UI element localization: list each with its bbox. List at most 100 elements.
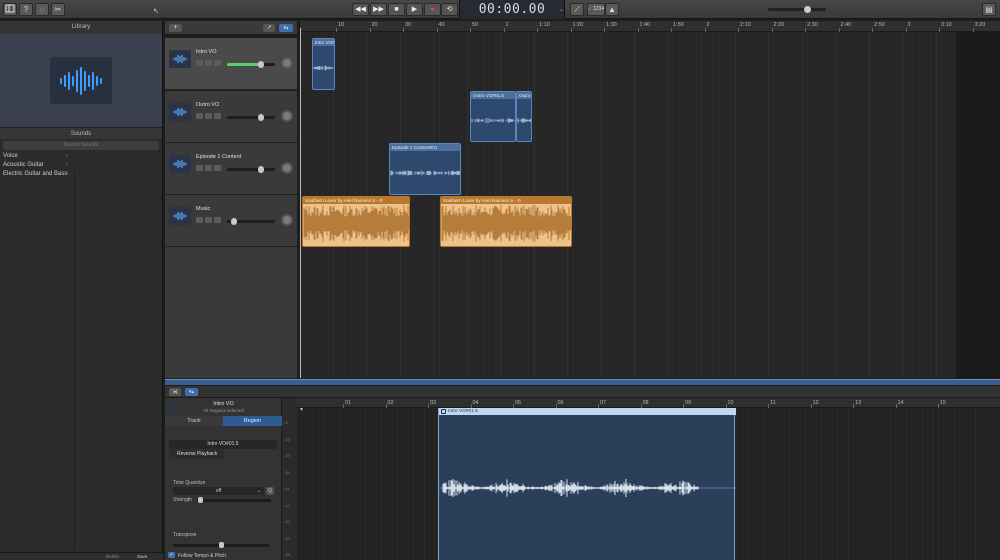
region-outro-vo-2[interactable]: Outro bbox=[516, 91, 532, 142]
master-volume-knob[interactable] bbox=[804, 6, 811, 13]
waveform-icon bbox=[169, 155, 191, 173]
track-buttons bbox=[196, 165, 221, 171]
pan-knob[interactable] bbox=[281, 214, 293, 226]
waveform-icon bbox=[169, 207, 191, 225]
add-track-button[interactable]: + bbox=[169, 24, 182, 32]
record-enable-button[interactable] bbox=[214, 113, 221, 119]
solo-button[interactable] bbox=[205, 113, 212, 119]
volume-knob[interactable] bbox=[257, 166, 264, 173]
track-header-outro-vo[interactable]: Outro VO bbox=[165, 91, 297, 143]
checkmark-icon: ✓ bbox=[169, 552, 174, 558]
delete-button[interactable]: Delete bbox=[106, 554, 119, 559]
editor-flex-button[interactable]: ▾▴ bbox=[185, 388, 198, 396]
volume-knob[interactable] bbox=[231, 218, 238, 225]
metronome-button[interactable]: ▲ bbox=[605, 3, 619, 16]
mute-button[interactable] bbox=[196, 165, 203, 171]
ruler-tick-label: 30 bbox=[405, 22, 412, 28]
reverse-playback-button[interactable]: Reverse Playback bbox=[169, 450, 224, 459]
library-category[interactable]: Electric Guitar and Bass › bbox=[0, 170, 162, 179]
record-enable-button[interactable] bbox=[214, 217, 221, 223]
save-button[interactable]: Save bbox=[137, 554, 147, 559]
record-enable-button[interactable] bbox=[214, 60, 221, 66]
db-scale-label: -61 bbox=[284, 486, 290, 491]
notepad-button[interactable]: ▤ bbox=[982, 3, 996, 16]
lcd-display[interactable]: 00:00.00 bbox=[459, 0, 565, 19]
tab-track[interactable]: Track bbox=[165, 416, 223, 426]
transpose-knob[interactable] bbox=[219, 542, 224, 548]
follow-tempo-checkbox[interactable]: ✓ bbox=[168, 552, 175, 558]
tuning-fork-icon: ⟋ bbox=[574, 5, 580, 14]
track-name: Music bbox=[196, 206, 211, 212]
quick-help-button[interactable]: ? bbox=[19, 3, 33, 16]
region-label: Southern Lover by Ariel Ramirez 5 - ⟲ bbox=[441, 197, 571, 204]
solo-button[interactable] bbox=[205, 165, 212, 171]
master-volume-slider[interactable] bbox=[768, 6, 826, 13]
timeline-ruler[interactable]: 10 20 30 40 50 1 1:10 1:20 1:30 1:40 1:50 2 2:10 2:20… bbox=[300, 21, 1000, 32]
library-button[interactable] bbox=[3, 3, 17, 16]
mute-button[interactable] bbox=[196, 217, 203, 223]
track-volume-slider[interactable] bbox=[227, 218, 275, 225]
audio-editor-area[interactable]: Intro VO#01.5 ▾ bbox=[297, 408, 1000, 560]
fast-forward-button[interactable]: ▶▶ bbox=[370, 3, 387, 16]
tuner-button[interactable]: ⟋ bbox=[570, 3, 584, 16]
library-category[interactable]: Acoustic Guitar › bbox=[0, 161, 162, 170]
flex-button[interactable]: ▾▴ bbox=[279, 24, 293, 32]
play-button[interactable]: ▶ bbox=[406, 3, 423, 16]
region-outro-vo[interactable]: Outro VO#01.5 bbox=[470, 91, 516, 142]
region-name-field[interactable]: Intro VO#01.5 bbox=[169, 440, 277, 449]
region-label: Outro VO#01.5 bbox=[471, 92, 515, 99]
quantize-q-button[interactable]: Q bbox=[266, 487, 274, 495]
pan-knob[interactable] bbox=[281, 162, 293, 174]
track-volume-slider[interactable] bbox=[227, 61, 275, 68]
time-quantize-select[interactable]: off ⌄ bbox=[173, 487, 264, 495]
rewind-icon: ◀◀ bbox=[355, 6, 366, 13]
strength-slider[interactable] bbox=[197, 497, 271, 503]
catch-button[interactable]: |◂| bbox=[169, 388, 181, 396]
track-header-episode-1-content[interactable]: Episode 1 Content bbox=[165, 143, 297, 195]
mute-button[interactable] bbox=[196, 113, 203, 119]
strength-knob[interactable] bbox=[198, 497, 203, 503]
library-column-divider bbox=[74, 171, 75, 551]
transpose-slider[interactable] bbox=[173, 542, 269, 548]
record-button[interactable]: ● bbox=[424, 3, 441, 16]
ruler-tick-label: 1:20 bbox=[572, 22, 584, 28]
editor-divider[interactable] bbox=[165, 379, 1000, 385]
track-volume-slider[interactable] bbox=[227, 166, 275, 173]
lcd-menu-chevron-icon[interactable]: ⌄ bbox=[559, 6, 564, 13]
record-enable-button[interactable] bbox=[214, 165, 221, 171]
solo-button[interactable] bbox=[205, 217, 212, 223]
library-title: Library bbox=[0, 21, 162, 34]
solo-button[interactable] bbox=[205, 60, 212, 66]
tracks-area[interactable]: Intro VO# Outro VO#01.5 Outro Episode 1 … bbox=[300, 32, 956, 378]
editor-ruler[interactable]: 01 02 03 04 05 06 07 08 09 10 11 12 13 14 15 bbox=[297, 398, 1000, 408]
automation-button[interactable]: ↗ bbox=[263, 24, 275, 32]
region-intro-vo[interactable]: Intro VO# bbox=[312, 38, 335, 90]
follow-tempo-label: Follow Tempo & Pitch bbox=[178, 553, 226, 559]
volume-knob[interactable] bbox=[257, 61, 264, 68]
editors-button[interactable]: ✂ bbox=[51, 3, 65, 16]
smart-controls-button[interactable]: ◌ bbox=[35, 3, 49, 16]
track-header-music[interactable]: Music bbox=[165, 195, 297, 247]
stop-button[interactable]: ■ bbox=[388, 3, 405, 16]
track-name: Episode 1 Content bbox=[196, 154, 242, 160]
region-music-1[interactable]: Southern Lover by Ariel Ramirez 5 - ⟲ bbox=[302, 196, 410, 247]
automation-icon: ↗ bbox=[266, 25, 272, 31]
mute-button[interactable] bbox=[196, 60, 203, 66]
editor-region[interactable]: Intro VO#01.5 bbox=[438, 408, 736, 560]
region-episode-1-content[interactable]: Episode 1 Content#01 bbox=[389, 143, 461, 195]
editor-ruler-tick-label: 08 bbox=[642, 400, 649, 406]
track-volume-slider[interactable] bbox=[227, 114, 275, 121]
sounds-search-input[interactable]: Search Sounds bbox=[3, 141, 159, 150]
pan-knob[interactable] bbox=[281, 57, 293, 69]
playhead[interactable] bbox=[300, 28, 301, 378]
ruler-tick-label: 50 bbox=[472, 22, 479, 28]
pan-knob[interactable] bbox=[281, 110, 293, 122]
rewind-button[interactable]: ◀◀ bbox=[352, 3, 369, 16]
library-category[interactable]: Voice › bbox=[0, 152, 162, 161]
count-in-button[interactable]: ♩1234 bbox=[587, 3, 605, 16]
tab-region[interactable]: Region bbox=[223, 416, 282, 426]
region-music-2[interactable]: Southern Lover by Ariel Ramirez 5 - ⟲ bbox=[440, 196, 572, 247]
track-header-intro-vo[interactable]: Intro VO bbox=[165, 38, 297, 90]
cycle-button[interactable]: ⟲ bbox=[441, 3, 458, 16]
volume-knob[interactable] bbox=[257, 114, 264, 121]
